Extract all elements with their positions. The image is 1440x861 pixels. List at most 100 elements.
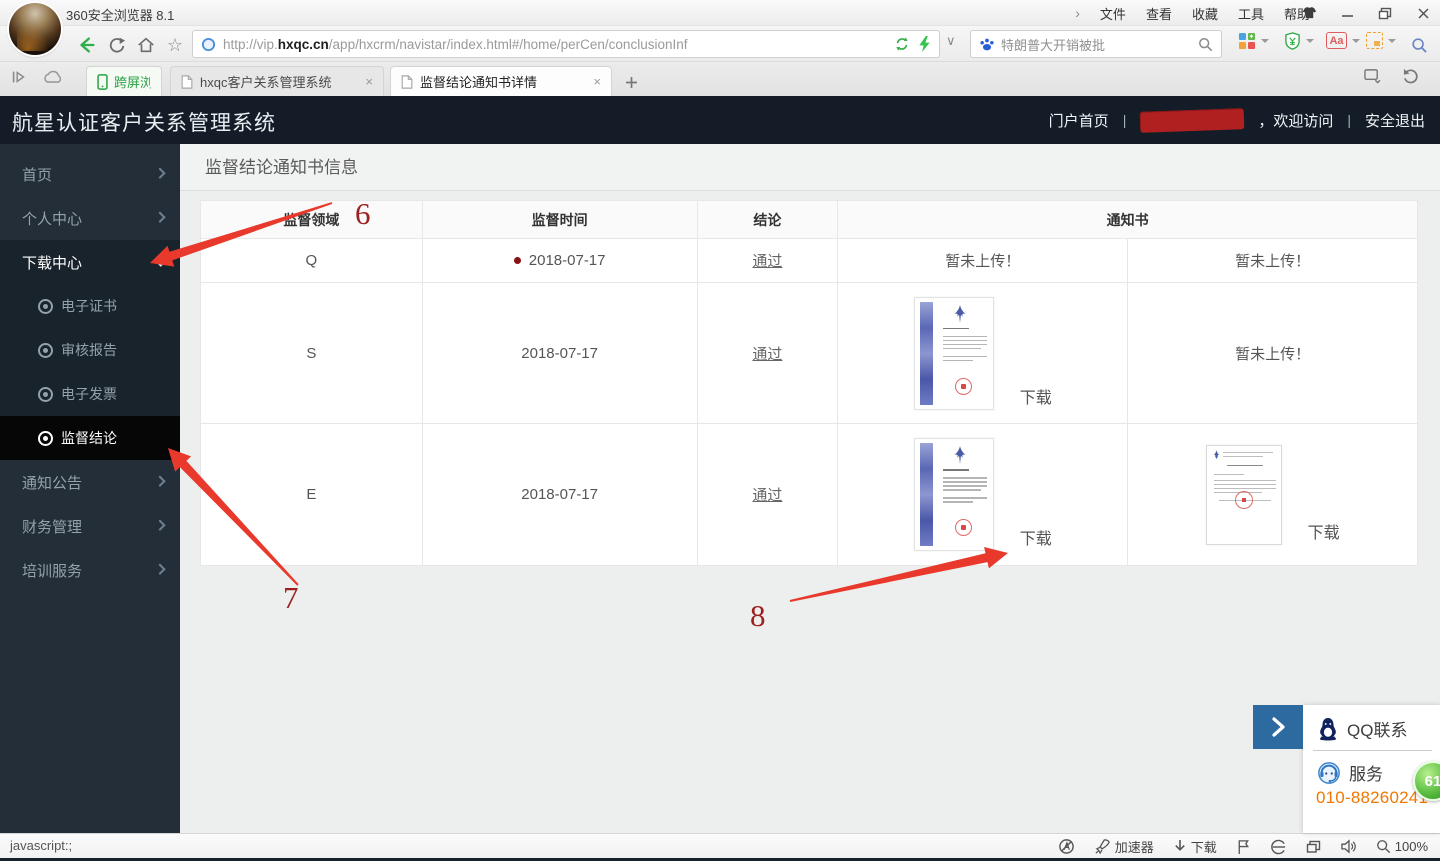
tab-sidebar-toggle-icon[interactable] [10,68,28,86]
accelerator-button[interactable]: 加速器 [1094,837,1154,856]
money-shield-caret-icon[interactable] [1306,39,1314,43]
money-shield-button[interactable] [1284,32,1314,50]
restore-button[interactable] [1374,3,1396,23]
notice-table: 监督领域 监督时间 结论 通知书 Q 2018-07-17 通过 暂未上传！ 暂… [200,200,1418,566]
sidebar-item-audit-report[interactable]: 审核报告 [0,328,180,372]
page-title-strip: 监督结论通知书信息 [180,144,1440,191]
menu-tools[interactable]: 工具 [1238,4,1264,23]
tab-notice-detail-active[interactable]: 监督结论通知书详情 × [390,66,612,96]
close-button[interactable] [1412,3,1434,23]
cell-area: Q [200,238,423,283]
sidebar-item-download-center[interactable]: 下载中心 [0,240,180,284]
qq-contact-row[interactable]: QQ联系 [1303,705,1440,741]
page-speed-icon[interactable] [894,36,910,52]
translate-caret-icon[interactable] [1352,38,1360,43]
document-thumbnail[interactable] [1205,444,1282,545]
download-link[interactable]: 下载 [1020,525,1052,549]
tab-close-icon[interactable]: × [365,74,373,89]
phone-icon [97,73,108,90]
sidebar-item-notices[interactable]: 通知公告 [0,460,180,504]
find-in-page-icon[interactable] [1406,32,1432,58]
back-icon[interactable] [74,32,100,58]
sidebar-item-home[interactable]: 首页 [0,152,180,196]
certificate-logo-icon [954,304,966,323]
document-logo-icon [1213,449,1219,459]
speaker-icon[interactable] [1340,839,1357,854]
qq-penguin-icon [1319,717,1337,740]
certificate-thumbnail[interactable] [913,296,994,410]
address-bar[interactable]: http://vip.hxqc.cn/app/hxcrm/navistar/in… [192,30,940,58]
menu-favorites[interactable]: 收藏 [1192,4,1218,23]
tab-cross-screen[interactable]: 跨屏浏览 [86,66,162,96]
pass-link[interactable]: 通过 [752,487,782,504]
sidebar-item-label: 财务管理 [22,518,83,536]
screenshot-caret-icon[interactable] [1388,38,1396,43]
cell-area: E [200,423,423,566]
sidebar-item-supervision-conclusion[interactable]: 监督结论 [0,416,180,460]
pass-link[interactable]: 通过 [752,253,782,270]
cloud-sync-icon[interactable] [42,69,64,85]
table-row: S 2018-07-17 通过 下载 暂未上传！ [200,282,1418,424]
skin-theme-icon[interactable] [1298,3,1320,23]
sidebar-item-e-invoice[interactable]: 电子发票 [0,372,180,416]
tab-list-icon[interactable] [1363,68,1382,84]
favorite-star-icon[interactable]: ☆ [162,32,188,58]
chevron-right-icon [154,475,166,487]
apps-grid-caret-icon[interactable] [1261,39,1269,43]
window-mode-icon[interactable] [1306,840,1321,854]
tabbar-left-icons [10,68,64,86]
sidebar-item-label: 通知公告 [22,474,83,492]
lightning-boost-icon[interactable] [918,36,931,52]
pass-link[interactable]: 通过 [752,346,782,363]
url-text[interactable]: http://vip.hxqc.cn/app/hxcrm/navistar/in… [223,37,886,52]
tabbar-right-icons [1363,68,1420,84]
sidebar-item-label: 审核报告 [61,342,117,358]
table-header-row: 监督领域 监督时间 结论 通知书 [200,200,1418,239]
menu-view[interactable]: 查看 [1146,4,1172,23]
app-title: 航星认证客户关系管理系统 [12,112,276,135]
search-magnifier-icon[interactable] [1198,37,1213,52]
home-icon[interactable] [133,32,159,58]
tab-close-icon[interactable]: × [593,74,601,89]
sidebar-item-label: 电子证书 [61,298,117,314]
zoom-control[interactable]: 100% [1376,839,1428,854]
translate-aa-icon: Aa [1326,32,1347,49]
tab-crm-system[interactable]: hxqc客户关系管理系统 × [170,66,384,96]
search-query[interactable]: 特朗普大开销被批 [1001,35,1198,54]
chevron-right-icon [1272,717,1285,737]
new-tab-button[interactable] [620,71,642,93]
minimize-button[interactable] [1336,3,1358,23]
window-controls [1298,0,1434,26]
logout-link[interactable]: 安全退出 [1365,110,1425,131]
address-dropdown-icon[interactable]: ∨ [946,33,956,49]
tab-label: hxqc客户关系管理系统 [200,75,332,90]
table-row: Q 2018-07-17 通过 暂未上传！ 暂未上传！ [200,238,1418,283]
ad-filter-icon[interactable] [1058,838,1075,855]
screenshot-button[interactable] [1366,32,1396,49]
sidebar-item-e-certificate[interactable]: 电子证书 [0,284,180,328]
search-box[interactable]: 特朗普大开销被批 [970,30,1222,58]
menu-expander-icon[interactable]: › [1075,5,1080,21]
sidebar-item-personal-center[interactable]: 个人中心 [0,196,180,240]
translate-button[interactable]: Aa [1326,32,1360,49]
chevron-right-icon [154,167,166,179]
download-link[interactable]: 下载 [1020,384,1052,408]
nav-separator: | [1347,112,1351,128]
download-link[interactable]: 下载 [1308,519,1340,543]
sidebar-item-finance[interactable]: 财务管理 [0,504,180,548]
sidebar-item-training[interactable]: 培训服务 [0,548,180,592]
apps-grid-button[interactable] [1238,32,1269,50]
download-manager-button[interactable]: 下载 [1173,837,1217,856]
header-notice: 通知书 [837,200,1418,239]
cell-notice-1: 暂未上传！ [837,238,1129,283]
certificate-seal-icon [954,377,972,395]
reopen-closed-tab-icon[interactable] [1402,68,1420,84]
user-avatar[interactable] [9,3,61,55]
portal-home-link[interactable]: 门户首页 [1049,110,1109,131]
menu-file[interactable]: 文件 [1100,4,1126,23]
certificate-thumbnail[interactable] [913,438,994,551]
ie-compat-icon[interactable] [1270,839,1287,855]
refresh-icon[interactable] [104,32,130,58]
flag-report-icon[interactable] [1236,839,1251,855]
qq-panel-collapse-button[interactable] [1253,705,1303,749]
